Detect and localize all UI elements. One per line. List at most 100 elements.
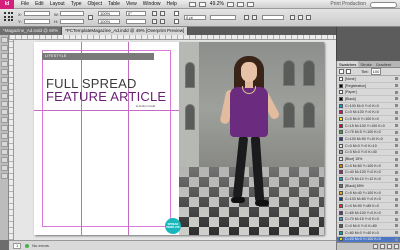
gap-tool-icon[interactable] [1, 61, 8, 67]
zoom-level[interactable]: 49.2% [210, 1, 224, 7]
shear-field[interactable] [126, 19, 146, 24]
flip-h-icon[interactable] [152, 19, 157, 24]
swatch-row[interactable]: C=0 M=90 Y=85 K=0 [337, 203, 400, 210]
effects-icon[interactable] [252, 15, 257, 20]
view-options-icon[interactable] [226, 1, 234, 7]
scale-y-field[interactable]: 100% [98, 19, 120, 24]
stroke-swatch-icon[interactable] [174, 19, 179, 24]
hand-tool-icon[interactable] [1, 157, 8, 163]
eyedropper-tool-icon[interactable] [1, 149, 8, 155]
swatch-row[interactable]: [Black] 65% [337, 183, 400, 190]
swatch-row[interactable]: C=100 M=90 Y=10 K=0 [337, 136, 400, 143]
swatch-row[interactable]: C=15 M=100 Y=100 K=0 [337, 123, 400, 130]
stroke-type-select[interactable] [210, 15, 236, 20]
flip-v-icon[interactable] [160, 19, 165, 24]
delete-swatch-icon[interactable] [394, 244, 399, 249]
column-guide[interactable] [81, 42, 82, 235]
menu-window[interactable]: Window [140, 0, 164, 9]
swatch-row[interactable]: C=5 M=40 Y=100 K=0 [337, 190, 400, 197]
byline[interactable]: & Author Credit [136, 104, 155, 108]
mini-bridge-icon[interactable] [198, 1, 206, 7]
new-color-group-icon[interactable] [380, 244, 385, 249]
menu-table[interactable]: Table [105, 0, 123, 9]
opacity-field[interactable] [262, 15, 284, 20]
distribute-icon[interactable] [306, 15, 311, 20]
collapsed-panels[interactable] [336, 27, 400, 61]
swatch-row[interactable]: [Blue] 15% [337, 156, 400, 163]
template-badge[interactable]: SPREAD TEMPLATE [165, 218, 181, 234]
x-field[interactable] [24, 11, 50, 16]
column-guide[interactable] [128, 42, 129, 235]
scissors-tool-icon[interactable] [1, 117, 8, 123]
preflight-status-icon[interactable] [25, 243, 30, 248]
w-field[interactable] [60, 11, 84, 16]
swatch-row[interactable]: [Registration] [337, 83, 400, 90]
swatch-row[interactable]: C=40 M=100 Y=0 K=0 [337, 170, 400, 177]
menu-file[interactable]: File [18, 0, 32, 9]
note-tool-icon[interactable] [1, 141, 8, 147]
swatch-row[interactable]: C=0 M=60 Y=100 K=0 [337, 163, 400, 170]
pencil-tool-icon[interactable] [1, 93, 8, 99]
swatch-row[interactable]: C=75 M=10 Y=12 K=0 [337, 176, 400, 183]
gradient-tool-icon[interactable] [1, 133, 8, 139]
swatch-row[interactable]: C=75 M=5 Y=100 K=0 [337, 130, 400, 137]
stroke-toggle-icon[interactable] [346, 69, 351, 74]
swatch-row[interactable]: C=0 M=0 Y=0 K=80 [337, 223, 400, 230]
tab-stroke[interactable]: Stroke [358, 61, 374, 67]
help-search-input[interactable] [370, 1, 397, 8]
y-field[interactable] [24, 19, 50, 24]
workspace-switcher[interactable]: Print Production [330, 0, 366, 9]
stroke-weight-field[interactable]: 0 pt [184, 15, 206, 20]
pen-tool-icon[interactable] [1, 85, 8, 91]
swatch-row[interactable]: C=70 M=15 Y=0 K=0 [337, 216, 400, 224]
menu-edit[interactable]: Edit [32, 0, 47, 9]
zoom-tool-icon[interactable] [1, 165, 8, 171]
document-spread[interactable]: LIFESTYLE FULL SPREAD FEATURE ARTICLE & … [34, 42, 324, 235]
swatch-row[interactable]: [Paper] [337, 89, 400, 97]
swatch-row[interactable]: C=0 M=100 Y=0 K=0 [337, 109, 400, 117]
selection-tool-icon[interactable] [1, 37, 8, 43]
drop-shadow-icon[interactable] [244, 15, 249, 20]
show-all-swatches-icon[interactable] [373, 244, 378, 249]
fill-toggle-icon[interactable] [339, 69, 344, 74]
swatch-row[interactable]: C=80 M=0 Y=40 K=0 [337, 230, 400, 237]
free-transform-tool-icon[interactable] [1, 125, 8, 131]
scale-x-field[interactable]: 100% [98, 11, 120, 16]
constrain-proportions-icon[interactable] [88, 15, 93, 20]
reference-point-icon[interactable] [4, 12, 14, 22]
swatch-row[interactable]: C=0 M=0 Y=0 K=10 [337, 143, 400, 150]
tab-swatches[interactable]: Swatches [337, 61, 359, 67]
rotate-cw-icon[interactable] [152, 11, 157, 16]
rotation-field[interactable]: 0° [126, 11, 146, 16]
menu-help[interactable]: Help [164, 0, 180, 9]
menu-view[interactable]: View [123, 0, 140, 9]
tab-template-magazine-ad[interactable]: *PCTemplateMagazine_Ad.indd @ 49% [Overp… [62, 27, 189, 35]
fill-swatch-icon[interactable] [174, 11, 179, 16]
new-swatch-icon[interactable] [387, 244, 392, 249]
right-page-photo[interactable] [179, 42, 324, 235]
section-label[interactable]: LIFESTYLE [42, 53, 154, 60]
rotate-ccw-icon[interactable] [160, 11, 165, 16]
type-tool-icon[interactable] [1, 69, 8, 75]
tab-gradient[interactable]: Gradient [374, 61, 393, 67]
tab-magazine-ad[interactable]: *Magazine_Ad.indd @ 50% [0, 27, 63, 35]
line-tool-icon[interactable] [1, 77, 8, 83]
menu-type[interactable]: Type [68, 0, 85, 9]
swatch-row[interactable]: C=65 M=100 Y=0 K=0 [337, 210, 400, 217]
horizontal-guide[interactable] [34, 110, 179, 111]
fill-stroke-icon[interactable] [1, 173, 8, 179]
left-page[interactable]: LIFESTYLE FULL SPREAD FEATURE ARTICLE & … [34, 42, 179, 235]
swatch-row[interactable]: C=0 M=0 Y=100 K=0 [337, 116, 400, 123]
text-wrap-icon[interactable] [290, 15, 295, 20]
align-icon[interactable] [298, 15, 303, 20]
swatch-row[interactable]: C=0 M=0 Y=0 K=40 [337, 150, 400, 157]
menu-object[interactable]: Object [85, 0, 105, 9]
swatch-row[interactable]: C=100 M=80 Y=0 K=0 [337, 196, 400, 204]
h-field[interactable] [60, 19, 84, 24]
swatch-row[interactable]: [Black] [337, 96, 400, 103]
rectangle-tool-icon[interactable] [1, 109, 8, 115]
tint-field[interactable]: 100 [370, 68, 382, 75]
menu-layout[interactable]: Layout [47, 0, 68, 9]
page-tool-icon[interactable] [1, 53, 8, 59]
swatch-row[interactable]: [None] [337, 76, 400, 83]
